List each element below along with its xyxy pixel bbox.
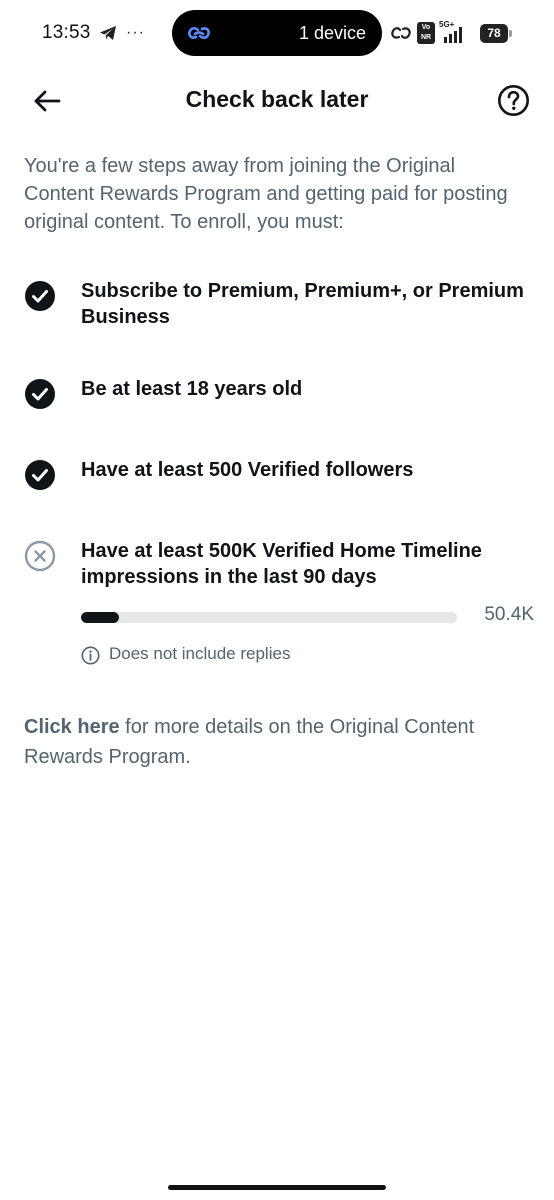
vonr-badge: Vo NR [417, 22, 435, 44]
header: Check back later [0, 70, 554, 130]
x-circle-icon [24, 540, 56, 572]
check-circle-icon [25, 281, 55, 311]
impressions-progress: 50.4K [81, 604, 534, 630]
island-device-count: 1 device [298, 23, 366, 43]
page-title: Check back later [185, 86, 369, 112]
more-dots-icon: ··· [126, 24, 145, 41]
home-indicator[interactable] [168, 1185, 386, 1190]
more-details-text: Click here for more details on the Origi… [24, 712, 534, 772]
status-time: 13:53 [42, 22, 91, 43]
requirement-text: Have at least 500K Verified Home Timelin… [81, 540, 482, 588]
intro-text: You're a few steps away from joining the… [24, 155, 508, 233]
status-bar: 13:53 ··· 1 device Vo NR 5G+ 78 [0, 0, 554, 68]
info-icon [81, 646, 100, 665]
progress-fill [81, 612, 119, 623]
progress-track [81, 612, 457, 623]
battery-tip [509, 30, 512, 37]
requirement-text: Subscribe to Premium, Premium+, or Premi… [81, 280, 524, 328]
battery-icon: 78 [480, 24, 508, 43]
telegram-icon [100, 26, 116, 40]
progress-value: 50.4K [484, 604, 534, 625]
progress-note: Does not include replies [81, 644, 481, 666]
note-text: Does not include replies [109, 644, 291, 663]
signal-strength-icon [444, 27, 462, 43]
requirement-text: Be at least 18 years old [81, 378, 303, 400]
check-circle-icon [25, 460, 55, 490]
link-icon [188, 26, 210, 40]
click-here-link[interactable]: Click here [24, 716, 120, 738]
status-icons: Vo NR 5G+ 78 [388, 20, 528, 46]
link-icon [391, 27, 411, 39]
requirement-text: Have at least 500 Verified followers [81, 459, 414, 481]
dynamic-island[interactable]: 1 device [172, 10, 382, 56]
check-circle-icon [25, 379, 55, 409]
help-question-icon[interactable] [497, 84, 530, 117]
